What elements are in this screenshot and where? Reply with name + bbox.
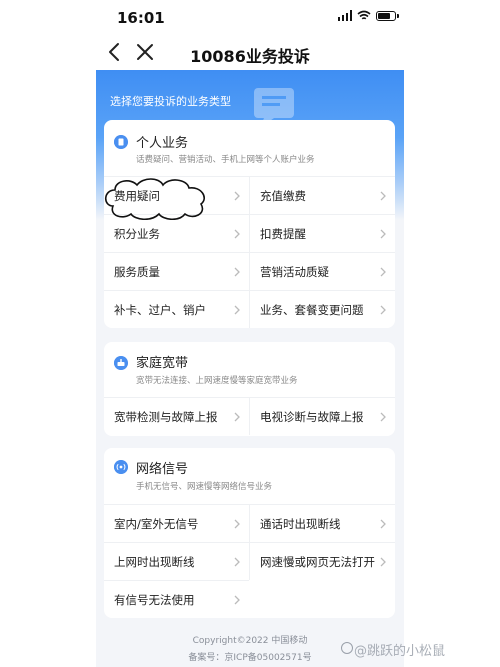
item-signal-unusable[interactable]: 有信号无法使用	[104, 580, 249, 618]
nav-bar: 10086业务投诉	[0, 36, 500, 70]
chevron-right-icon	[234, 191, 240, 201]
chevron-right-icon	[380, 267, 386, 277]
item-label: 电视诊断与故障上报	[260, 410, 364, 424]
item-label: 业务、套餐变更问题	[260, 303, 364, 317]
category-card-personal: 个人业务 话费疑问、营销活动、手机上网等个人账户业务 费用疑问 充值缴费 积分业…	[104, 120, 395, 328]
chevron-right-icon	[234, 229, 240, 239]
cellular-signal-icon	[337, 10, 352, 21]
item-sim-transfer-cancel[interactable]: 补卡、过户、销户	[104, 290, 249, 328]
battery-icon	[376, 10, 399, 21]
item-deduction-reminder[interactable]: 扣费提醒	[249, 214, 395, 252]
cloud-annotation	[104, 178, 205, 220]
category-description: 话费疑问、营销活动、手机上网等个人账户业务	[136, 155, 315, 165]
item-label: 宽带检测与故障上报	[114, 410, 218, 424]
category-card-broadband: 家庭宽带 宽带无法连接、上网速度慢等家庭宽带业务 宽带检测与故障上报 电视诊断与…	[104, 342, 395, 436]
category-title: 网络信号	[136, 462, 189, 477]
hero-prompt: 选择您要投诉的业务类型	[110, 95, 231, 108]
wifi-icon	[357, 10, 371, 20]
category-description: 手机无信号、网速慢等网络信号业务	[136, 482, 273, 492]
item-marketing-dispute[interactable]: 营销活动质疑	[249, 252, 395, 290]
category-card-network: 网络信号 手机无信号、网速慢等网络信号业务 室内/室外无信号 通话时出现断线 上…	[104, 448, 395, 618]
item-data-drop[interactable]: 上网时出现断线	[104, 542, 249, 580]
watermark-icon	[341, 642, 353, 654]
status-time: 16:01	[117, 9, 165, 27]
item-service-quality[interactable]: 服务质量	[104, 252, 249, 290]
item-slow-network[interactable]: 网速慢或网页无法打开	[249, 542, 395, 580]
category-title: 个人业务	[136, 136, 189, 151]
item-label: 有信号无法使用	[114, 593, 195, 607]
item-label: 服务质量	[114, 265, 160, 279]
chevron-right-icon	[234, 305, 240, 315]
chevron-right-icon	[234, 412, 240, 422]
item-label: 扣费提醒	[260, 227, 306, 241]
category-description: 宽带无法连接、上网速度慢等家庭宽带业务	[136, 376, 298, 386]
chevron-right-icon	[234, 519, 240, 529]
item-tv-diagnosis[interactable]: 电视诊断与故障上报	[249, 397, 395, 435]
item-call-drop[interactable]: 通话时出现断线	[249, 504, 395, 542]
chevron-right-icon	[380, 557, 386, 567]
chevron-right-icon	[380, 191, 386, 201]
chevron-right-icon	[234, 595, 240, 605]
item-label: 室内/室外无信号	[114, 517, 199, 531]
document-icon	[114, 135, 128, 149]
content-area: 选择您要投诉的业务类型 个人业务 话费疑问、营销活动、手机上网等个人账户业务 费…	[96, 70, 404, 667]
item-label: 营销活动质疑	[260, 265, 329, 279]
item-broadband-diagnosis[interactable]: 宽带检测与故障上报	[104, 397, 249, 435]
item-no-signal[interactable]: 室内/室外无信号	[104, 504, 249, 542]
item-label: 上网时出现断线	[114, 555, 195, 569]
item-plan-change[interactable]: 业务、套餐变更问题	[249, 290, 395, 328]
item-recharge[interactable]: 充值缴费	[249, 176, 395, 214]
chevron-right-icon	[234, 557, 240, 567]
item-label: 积分业务	[114, 227, 160, 241]
chevron-right-icon	[234, 267, 240, 277]
router-icon	[114, 356, 128, 370]
chevron-right-icon	[380, 305, 386, 315]
signal-icon	[114, 460, 128, 474]
item-label: 补卡、过户、销户	[114, 303, 206, 317]
page-title: 10086业务投诉	[190, 47, 310, 66]
item-label: 网速慢或网页无法打开	[260, 555, 375, 569]
chevron-right-icon	[380, 519, 386, 529]
chevron-right-icon	[380, 229, 386, 239]
status-bar: 16:01	[0, 0, 500, 36]
category-title: 家庭宽带	[136, 356, 189, 371]
status-icons	[337, 10, 399, 21]
item-label: 充值缴费	[260, 189, 306, 203]
watermark: @跳跃的小松鼠	[354, 644, 446, 659]
item-label: 通话时出现断线	[260, 517, 341, 531]
chevron-right-icon	[380, 412, 386, 422]
